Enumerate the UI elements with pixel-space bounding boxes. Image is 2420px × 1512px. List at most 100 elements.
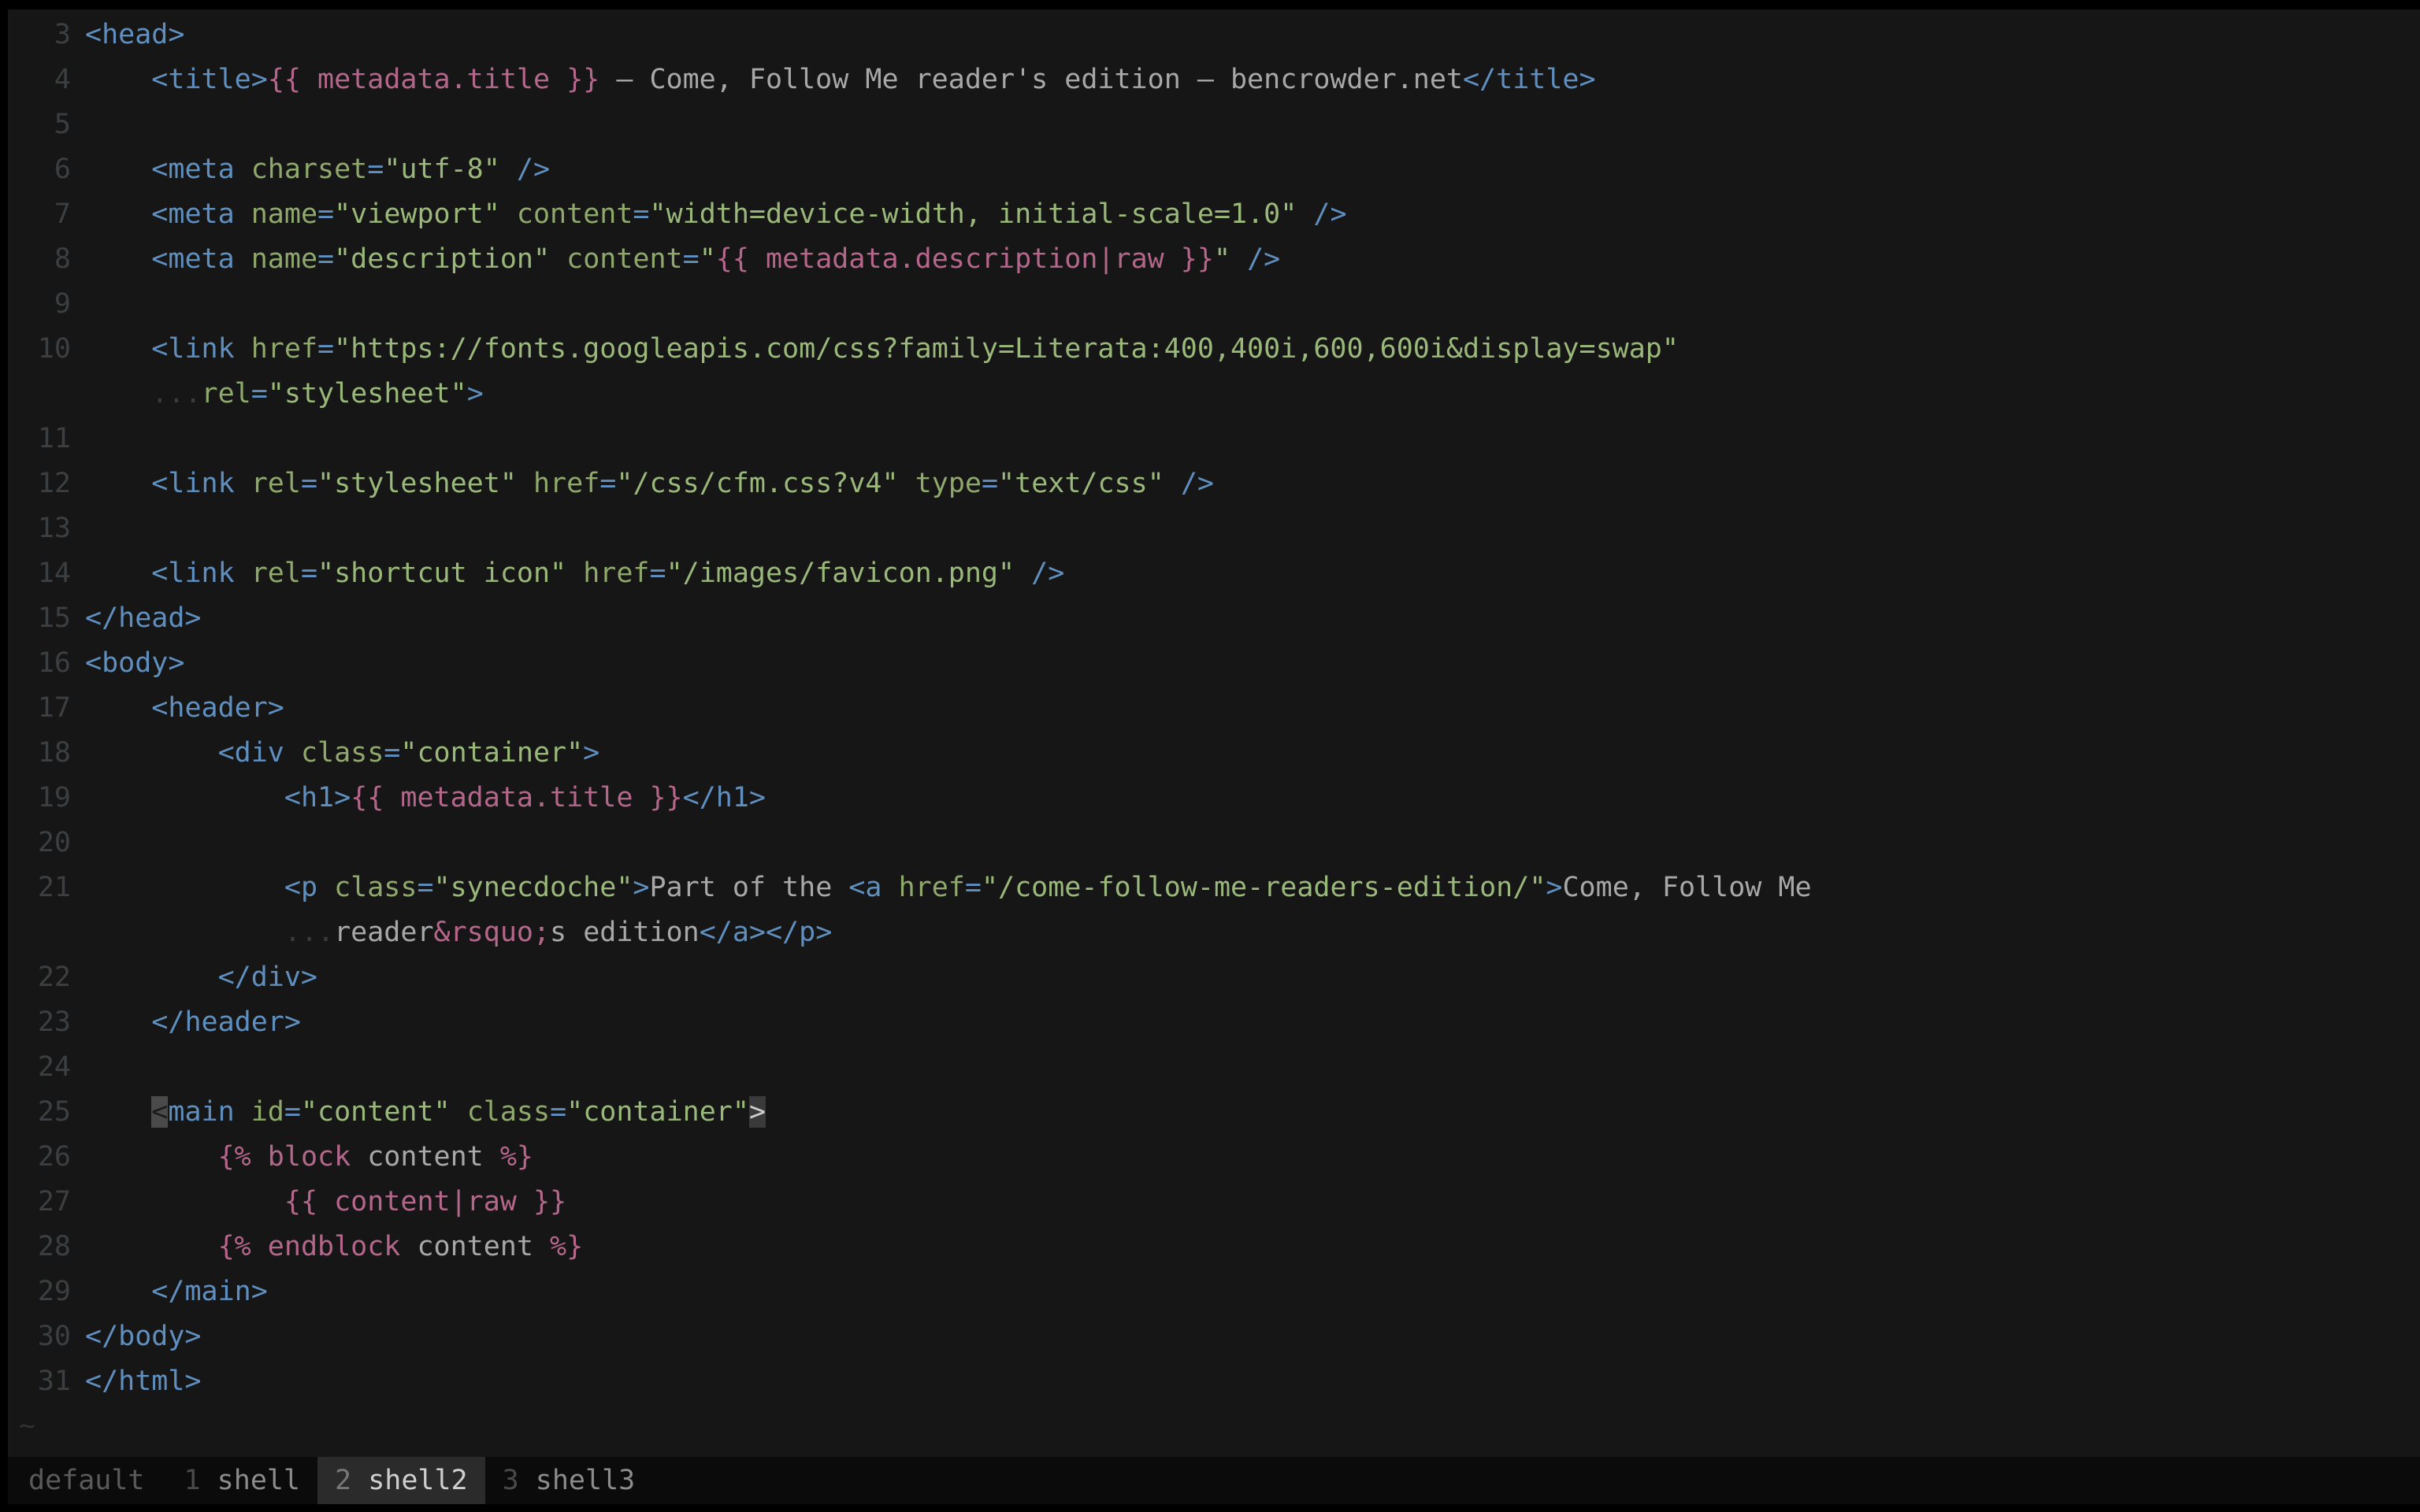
code-text[interactable]: </head> <box>85 596 2420 641</box>
editor-line[interactable]: 19 <h1>{{ metadata.title }}</h1> <box>8 776 2420 821</box>
code-text[interactable]: </main> <box>85 1269 2420 1314</box>
code-text[interactable]: <main id="content" class="container"> <box>85 1090 2420 1135</box>
editor-line[interactable]: 28 {% endblock content %} <box>8 1225 2420 1269</box>
token-attr: type <box>915 468 982 499</box>
editor-buffer[interactable]: 3 <head> 4 <title>{{ metadata.title }} — C… <box>8 9 2420 1457</box>
token-str: "description" <box>334 243 551 275</box>
editor-line[interactable]: 15 </head> <box>8 596 2420 641</box>
editor-line[interactable]: 18 <div class="container"> <box>8 731 2420 776</box>
editor-line[interactable]: 26 {% block content %} <box>8 1135 2420 1180</box>
code-text[interactable] <box>85 417 2420 461</box>
tmux-session-label: default <box>28 1465 145 1496</box>
code-text[interactable] <box>85 506 2420 551</box>
tmux-status-bar[interactable]: default 1 shell 2 shell2 3 shell3 <box>0 1457 2420 1504</box>
editor-line[interactable]: 22 </div> <box>8 955 2420 1000</box>
code-text[interactable] <box>85 102 2420 147</box>
editor-line[interactable]: 20 <box>8 821 2420 865</box>
token-attr: href <box>583 558 650 589</box>
editor-line[interactable]: 11 <box>8 417 2420 461</box>
code-text[interactable]: <meta name="description" content="{{ met… <box>85 237 2420 282</box>
code-text[interactable] <box>85 1404 2420 1449</box>
tmux-window-shell[interactable]: 1 shell <box>167 1457 318 1504</box>
code-text[interactable]: <div class="container"> <box>85 731 2420 776</box>
token-str: "stylesheet" <box>317 468 517 499</box>
editor-line[interactable]: ...rel="stylesheet"> <box>8 372 2420 417</box>
tmux-window-shell3[interactable]: 3 shell3 <box>485 1457 653 1504</box>
token-eq: = <box>317 333 335 365</box>
token-attr: rel <box>251 468 301 499</box>
editor-line[interactable]: 27 {{ content|raw }} <box>8 1180 2420 1225</box>
code-text[interactable] <box>85 1045 2420 1090</box>
editor-line[interactable]: 6 <meta charset="utf-8" /> <box>8 147 2420 192</box>
code-text[interactable]: <meta name="viewport" content="width=dev… <box>85 192 2420 237</box>
line-number: 11 <box>37 423 71 454</box>
editor-line[interactable]: 13 <box>8 506 2420 551</box>
editor-line[interactable]: 14 <link rel="shortcut icon" href="/imag… <box>8 551 2420 596</box>
editor-line[interactable]: 24 <box>8 1045 2420 1090</box>
code-text[interactable]: <link rel="shortcut icon" href="/images/… <box>85 551 2420 596</box>
editor-line[interactable]: 17 <header> <box>8 686 2420 731</box>
code-text[interactable]: <header> <box>85 686 2420 731</box>
token-str: "content" <box>300 1096 451 1128</box>
code-text[interactable]: </div> <box>85 955 2420 1000</box>
line-number: 19 <box>37 782 71 813</box>
editor-line[interactable]: 30 </body> <box>8 1314 2420 1359</box>
editor-line[interactable]: 29 </main> <box>8 1269 2420 1314</box>
editor-line[interactable]: 5 <box>8 102 2420 147</box>
code-text[interactable]: {% block content %} <box>85 1135 2420 1180</box>
token-attr: class <box>466 1096 551 1128</box>
code-text[interactable]: </html> <box>85 1359 2420 1404</box>
line-number: 12 <box>37 468 71 499</box>
code-text[interactable]: ...rel="stylesheet"> <box>85 372 2420 417</box>
code-text[interactable]: <meta charset="utf-8" /> <box>85 147 2420 192</box>
code-text[interactable]: {% endblock content %} <box>85 1225 2420 1269</box>
code-text[interactable]: <link rel="stylesheet" href="/css/cfm.cs… <box>85 461 2420 506</box>
code-text[interactable]: {{ content|raw }} <box>85 1180 2420 1225</box>
code-text[interactable]: <h1>{{ metadata.title }}</h1> <box>85 776 2420 821</box>
token-tag: > <box>1546 872 1563 903</box>
code-text[interactable] <box>85 821 2420 865</box>
editor-filler-row[interactable]: ~ <box>8 1404 2420 1449</box>
editor-line[interactable]: ...reader&rsquo;s edition</a></p> <box>8 910 2420 955</box>
code-text[interactable]: <title>{{ metadata.title }} — Come, Foll… <box>85 57 2420 102</box>
token-tag: <link <box>151 558 251 589</box>
editor-line[interactable]: 8 <meta name="description" content="{{ m… <box>8 237 2420 282</box>
code-text[interactable]: <head> <box>85 13 2420 57</box>
editor-line[interactable]: 31 </html> <box>8 1359 2420 1404</box>
editor-line[interactable]: 25 <main id="content" class="container"> <box>8 1090 2420 1135</box>
token-tag: </head> <box>85 602 202 634</box>
code-text[interactable]: <p class="synecdoche">Part of the <a hre… <box>85 865 2420 910</box>
tmux-window-list[interactable]: 1 shell 2 shell2 3 shell3 <box>167 1457 653 1504</box>
code-text[interactable]: </header> <box>85 1000 2420 1045</box>
code-text[interactable]: ...reader&rsquo;s edition</a></p> <box>85 910 2420 955</box>
token-tag: /> <box>1247 243 1281 275</box>
editor-line[interactable]: 4 <title>{{ metadata.title }} — Come, Fo… <box>8 57 2420 102</box>
token-eq: = <box>550 1096 567 1128</box>
code-text[interactable]: </body> <box>85 1314 2420 1359</box>
code-text[interactable] <box>85 282 2420 327</box>
token-tag: </h1> <box>682 782 766 813</box>
editor-line[interactable]: 16 <body> <box>8 641 2420 686</box>
code-text[interactable]: <link href="https://fonts.googleapis.com… <box>85 327 2420 372</box>
token-eq: = <box>981 468 999 499</box>
token-str: "text/css" <box>998 468 1164 499</box>
editor-line[interactable]: 7 <meta name="viewport" content="width=d… <box>8 192 2420 237</box>
token-jinja: {{ metadata.title }} <box>351 782 683 813</box>
code-text[interactable]: <body> <box>85 641 2420 686</box>
token-str: "width=device-width, initial-scale=1.0" <box>649 198 1297 230</box>
editor-line[interactable]: 12 <link rel="stylesheet" href="/css/cfm… <box>8 461 2420 506</box>
editor-line[interactable]: 23 </header> <box>8 1000 2420 1045</box>
editor-line[interactable]: 3 <head> <box>8 13 2420 57</box>
token-tag: /> <box>1313 198 1347 230</box>
editor-line[interactable]: 10 <link href="https://fonts.googleapis.… <box>8 327 2420 372</box>
tmux-window-shell2[interactable]: 2 shell2 <box>317 1457 485 1504</box>
editor-line[interactable]: 9 <box>8 282 2420 327</box>
editor-line[interactable]: 21 <p class="synecdoche">Part of the <a … <box>8 865 2420 910</box>
token-attr: href <box>898 872 965 903</box>
text-editor-pane[interactable]: 3 <head> 4 <title>{{ metadata.title }} — C… <box>0 9 2420 1457</box>
